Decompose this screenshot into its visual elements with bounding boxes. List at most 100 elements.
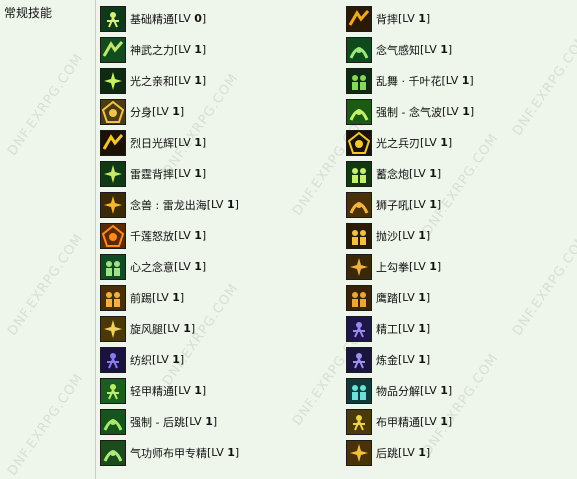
level-suffix: ] (469, 105, 475, 118)
level-prefix: [LV (174, 136, 195, 149)
skill-name: 旋风腿 (130, 322, 163, 336)
skill-name: 炼金 (376, 353, 398, 367)
craftsmanship-icon (346, 315, 372, 342)
skill-row[interactable]: 基础精通 [LV 0] (100, 3, 340, 34)
level-value: 1 (227, 446, 235, 459)
lotus-bloom-icon (100, 222, 126, 249)
skill-name: 心之念意 (130, 260, 174, 274)
skill-level: [LV 1] (442, 105, 474, 118)
skill-level: [LV 1] (174, 136, 206, 149)
level-value: 1 (462, 105, 470, 118)
skill-row[interactable]: 千莲怒放 [LV 1] (100, 220, 340, 251)
skill-name: 千莲怒放 (130, 229, 174, 243)
suplex-icon (346, 5, 372, 32)
skill-row[interactable]: 前踢 [LV 1] (100, 282, 340, 313)
skill-name: 物品分解 (376, 384, 420, 398)
level-prefix: [LV (398, 353, 419, 366)
skill-level: [LV 0] (174, 12, 206, 25)
skill-column-left: 基础精通 [LV 0] 神武之力 [LV 1] 光之亲和 [LV 1] 分身 [LV 1] 烈日… (100, 3, 340, 468)
level-suffix: ] (179, 353, 185, 366)
skill-row[interactable]: 纺织 [LV 1] (100, 344, 340, 375)
skill-row[interactable]: 气功师布甲专精 [LV 1] (100, 437, 340, 468)
level-suffix: ] (201, 167, 207, 180)
level-suffix: ] (234, 198, 239, 211)
level-suffix: ] (469, 74, 474, 87)
level-suffix: ] (425, 322, 431, 335)
level-suffix: ] (436, 167, 442, 180)
skill-row[interactable]: 蓄念炮 [LV 1] (346, 158, 577, 189)
skill-level: [LV 1] (207, 198, 239, 211)
skill-row[interactable]: 强制 - 后跳 [LV 1] (100, 406, 340, 437)
nen-cannon-icon (346, 160, 372, 187)
level-value: 1 (183, 322, 191, 335)
light-armor-mastery-icon (100, 377, 126, 404)
level-suffix: ] (425, 446, 431, 459)
skill-name: 气功师布甲专精 (130, 446, 207, 460)
skill-row[interactable]: 分身 [LV 1] (100, 96, 340, 127)
skill-row[interactable]: 鹰踏 [LV 1] (346, 282, 577, 313)
basic-mastery-icon (100, 5, 126, 32)
skill-row[interactable]: 念气感知 [LV 1] (346, 34, 577, 65)
level-prefix: [LV (152, 105, 173, 118)
level-value: 1 (429, 167, 437, 180)
skill-row[interactable]: 念兽 : 雷龙出海 [LV 1] (100, 189, 340, 220)
level-prefix: [LV (398, 322, 419, 335)
level-suffix: ] (447, 136, 453, 149)
skill-row[interactable]: 上勾拳 [LV 1] (346, 251, 577, 282)
skill-row[interactable]: 精工 [LV 1] (346, 313, 577, 344)
weaving-icon (100, 346, 126, 373)
skill-row[interactable]: 心之念意 [LV 1] (100, 251, 340, 282)
thunder-suplex-icon (100, 160, 126, 187)
level-value: 1 (418, 291, 426, 304)
skill-level: [LV 1] (174, 229, 206, 242)
skill-name: 纺织 (130, 353, 152, 367)
level-value: 1 (172, 105, 180, 118)
skill-name: 雷霆背摔 (130, 167, 174, 181)
skill-name: 强制 - 念气波 (376, 105, 442, 119)
cloth-armor-specialty-icon (100, 439, 126, 466)
level-suffix: ] (447, 415, 453, 428)
skill-level: [LV 1] (152, 291, 184, 304)
skill-row[interactable]: 抛沙 [LV 1] (346, 220, 577, 251)
skill-row[interactable]: 光之兵刃 [LV 1] (346, 127, 577, 158)
level-suffix: ] (425, 353, 431, 366)
skill-level: [LV 1] (398, 322, 430, 335)
level-prefix: [LV (441, 74, 462, 87)
level-suffix: ] (179, 105, 185, 118)
skill-row[interactable]: 轻甲精通 [LV 1] (100, 375, 340, 406)
sun-radiance-icon (100, 129, 126, 156)
skill-row[interactable]: 布甲精通 [LV 1] (346, 406, 577, 437)
skill-row[interactable]: 背摔 [LV 1] (346, 3, 577, 34)
skill-row[interactable]: 后跳 [LV 1] (346, 437, 577, 468)
throw-sand-icon (346, 222, 372, 249)
skill-row[interactable]: 旋风腿 [LV 1] (100, 313, 340, 344)
skill-row[interactable]: 乱舞 · 千叶花 [LV 1] (346, 65, 577, 96)
skill-row[interactable]: 物品分解 [LV 1] (346, 375, 577, 406)
skill-row[interactable]: 狮子吼 [LV 1] (346, 189, 577, 220)
level-value: 1 (418, 353, 426, 366)
skill-row[interactable]: 雷霆背摔 [LV 1] (100, 158, 340, 189)
level-value: 1 (205, 415, 213, 428)
level-suffix: ] (179, 291, 185, 304)
skill-name: 背摔 (376, 12, 398, 26)
level-value: 1 (440, 136, 448, 149)
level-suffix: ] (201, 260, 207, 273)
skill-row[interactable]: 强制 - 念气波 [LV 1] (346, 96, 577, 127)
level-value: 1 (418, 12, 426, 25)
item-disassemble-icon (346, 377, 372, 404)
level-prefix: [LV (398, 291, 419, 304)
light-blade-icon (346, 129, 372, 156)
skill-level: [LV 1] (409, 260, 441, 273)
skill-level: [LV 1] (420, 43, 452, 56)
lion-roar-icon (346, 191, 372, 218)
skill-row[interactable]: 光之亲和 [LV 1] (100, 65, 340, 96)
skill-level: [LV 1] (420, 415, 452, 428)
level-suffix: ] (201, 43, 207, 56)
skill-level: [LV 1] (398, 229, 430, 242)
skill-row[interactable]: 烈日光辉 [LV 1] (100, 127, 340, 158)
skill-row[interactable]: 炼金 [LV 1] (346, 344, 577, 375)
forced-backstep-icon (100, 408, 126, 435)
level-suffix: ] (201, 136, 207, 149)
skill-row[interactable]: 神武之力 [LV 1] (100, 34, 340, 65)
skill-column-right: 背摔 [LV 1] 念气感知 [LV 1] 乱舞 · 千叶花 [LV 1] 强制 - 念气波… (346, 3, 577, 468)
